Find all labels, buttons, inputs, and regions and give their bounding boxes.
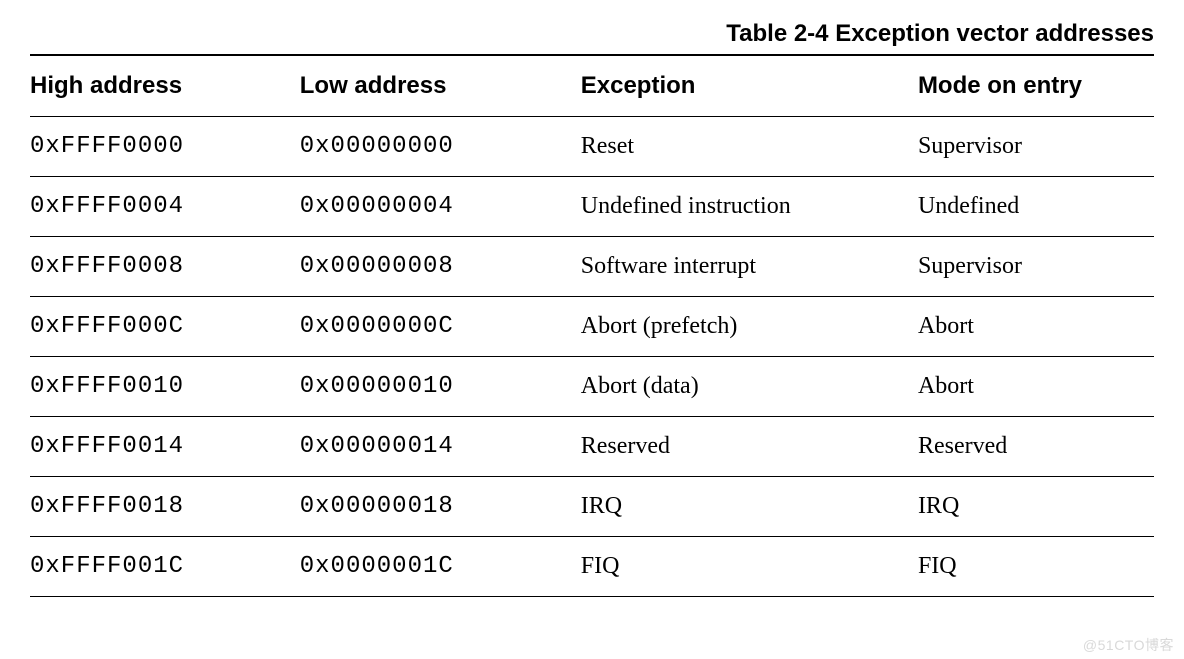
- table-caption: Table 2-4 Exception vector addresses: [30, 20, 1154, 48]
- cell-high-address: 0xFFFF000C: [30, 297, 300, 357]
- table-row: 0xFFFF001C 0x0000001C FIQ FIQ: [30, 537, 1154, 597]
- table-row: 0xFFFF0018 0x00000018 IRQ IRQ: [30, 477, 1154, 537]
- watermark-text: @51CTO博客: [1083, 635, 1174, 655]
- table-header-row: High address Low address Exception Mode …: [30, 55, 1154, 117]
- cell-exception: Abort (data): [581, 357, 918, 417]
- cell-high-address: 0xFFFF0010: [30, 357, 300, 417]
- table-row: 0xFFFF0010 0x00000010 Abort (data) Abort: [30, 357, 1154, 417]
- cell-low-address: 0x00000000: [300, 117, 581, 177]
- cell-mode: IRQ: [918, 477, 1154, 537]
- cell-high-address: 0xFFFF001C: [30, 537, 300, 597]
- col-header-mode: Mode on entry: [918, 55, 1154, 117]
- document-page: Table 2-4 Exception vector addresses Hig…: [0, 0, 1184, 607]
- cell-mode: Abort: [918, 297, 1154, 357]
- cell-low-address: 0x0000000C: [300, 297, 581, 357]
- cell-low-address: 0x00000014: [300, 417, 581, 477]
- table-row: 0xFFFF0014 0x00000014 Reserved Reserved: [30, 417, 1154, 477]
- table-row: 0xFFFF0000 0x00000000 Reset Supervisor: [30, 117, 1154, 177]
- cell-low-address: 0x00000018: [300, 477, 581, 537]
- cell-exception: FIQ: [581, 537, 918, 597]
- cell-mode: FIQ: [918, 537, 1154, 597]
- cell-low-address: 0x00000004: [300, 177, 581, 237]
- cell-mode: Abort: [918, 357, 1154, 417]
- cell-high-address: 0xFFFF0004: [30, 177, 300, 237]
- col-header-exception: Exception: [581, 55, 918, 117]
- cell-exception: Undefined instruction: [581, 177, 918, 237]
- table-row: 0xFFFF0008 0x00000008 Software interrupt…: [30, 237, 1154, 297]
- cell-mode: Supervisor: [918, 237, 1154, 297]
- cell-high-address: 0xFFFF0014: [30, 417, 300, 477]
- cell-exception: Abort (prefetch): [581, 297, 918, 357]
- cell-high-address: 0xFFFF0000: [30, 117, 300, 177]
- cell-low-address: 0x00000008: [300, 237, 581, 297]
- exception-vector-table: High address Low address Exception Mode …: [30, 54, 1154, 597]
- cell-exception: Reserved: [581, 417, 918, 477]
- cell-exception: Reset: [581, 117, 918, 177]
- cell-mode: Reserved: [918, 417, 1154, 477]
- cell-high-address: 0xFFFF0008: [30, 237, 300, 297]
- cell-high-address: 0xFFFF0018: [30, 477, 300, 537]
- cell-exception: Software interrupt: [581, 237, 918, 297]
- cell-mode: Undefined: [918, 177, 1154, 237]
- cell-exception: IRQ: [581, 477, 918, 537]
- table-row: 0xFFFF0004 0x00000004 Undefined instruct…: [30, 177, 1154, 237]
- table-row: 0xFFFF000C 0x0000000C Abort (prefetch) A…: [30, 297, 1154, 357]
- col-header-low-address: Low address: [300, 55, 581, 117]
- cell-mode: Supervisor: [918, 117, 1154, 177]
- cell-low-address: 0x0000001C: [300, 537, 581, 597]
- cell-low-address: 0x00000010: [300, 357, 581, 417]
- col-header-high-address: High address: [30, 55, 300, 117]
